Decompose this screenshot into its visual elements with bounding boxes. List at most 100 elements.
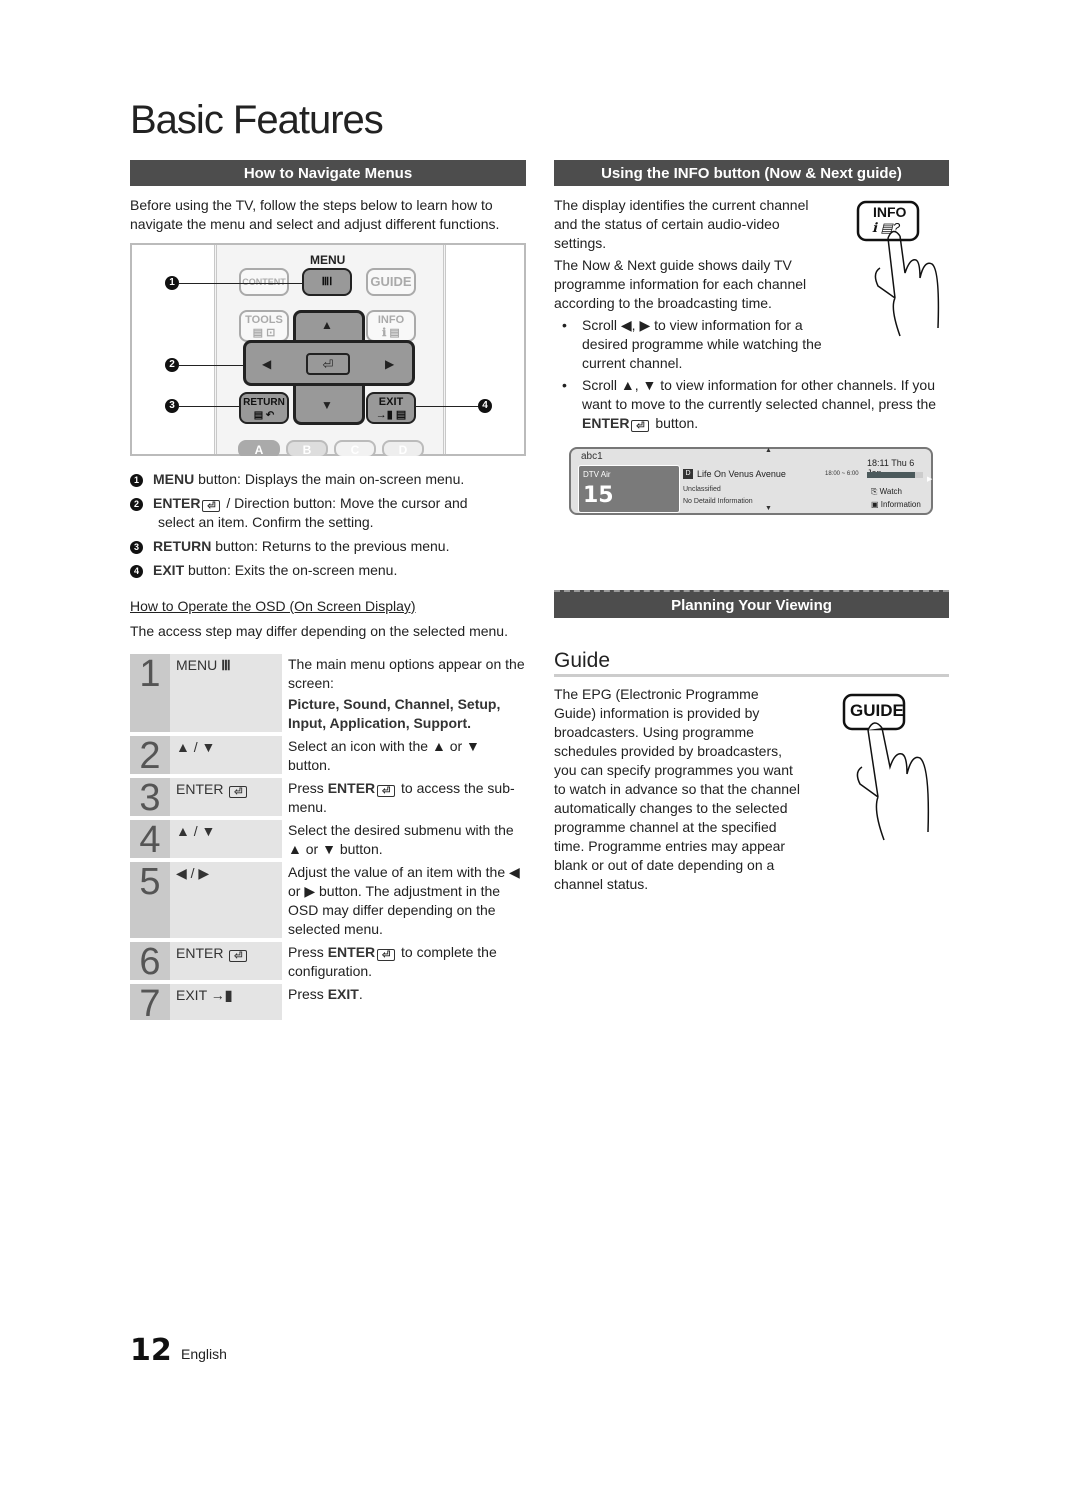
osd-time-range: 18:00 ~ 6:00 [825,471,859,477]
osd-watch-label: Watch [879,487,902,496]
osd-rating: Unclassified [683,486,721,493]
remote-guide-button[interactable]: GUIDE [366,268,416,296]
osd-detail: No Detaild Information [683,498,753,505]
info-paragraph-2: The Now & Next guide shows daily TV prog… [554,257,807,311]
page-language: English [181,1346,227,1362]
step-desc-bold: Picture, Sound, Channel, Setup, Input, A… [288,696,501,731]
callout-2: 2 [165,358,179,372]
dpad-up-button[interactable]: ▲ [321,318,333,332]
section-header-info: Using the INFO button (Now & Next guide) [554,160,949,186]
section-header-navigate: How to Navigate Menus [130,160,526,186]
return-icon: ▤ ↶ [253,410,275,421]
step-number: 1 [130,654,170,732]
osd-scroll-down-icon[interactable]: ▼ [765,505,772,512]
hand-guide-label: GUIDE [850,701,904,720]
enter-icon: ⏎ [229,786,248,798]
enter-icon: ⏎ [322,357,334,372]
dpad-left-button[interactable]: ◀ [262,357,271,371]
legend-text: / Direction button: Move the cursor and [222,495,468,511]
legend-key: ENTER [153,495,201,511]
step-desc-text: Press [288,944,328,960]
step-key: ▲ / ▼ [170,820,282,858]
step-desc-key: ENTER [327,780,376,796]
osd-scroll-up-icon[interactable]: ▲ [765,447,772,454]
enter-icon: ⏎ [202,500,221,512]
osd-channel-box: DTV Air 15 [578,465,680,513]
remote-menu-button[interactable]: ⅢⅠ [302,268,352,296]
step-row: 7 EXIT →▮ Press EXIT. [130,984,526,1024]
legend-key: RETURN [153,538,212,554]
hand-info-label: INFO [873,204,907,220]
step-row: 3 ENTER ⏎ Press ENTER ⏎ to access the sub… [130,778,526,818]
osd-programme-badge: D [683,469,693,479]
enter-icon: ⏎ [377,949,396,961]
info-paragraph-1: The display identifies the current chann… [554,197,809,251]
step-desc: Adjust the value of an item with the ◀ o… [288,864,520,937]
bullet: • [562,317,567,333]
menu-icon: Ⅲ [221,657,231,673]
remote-menu-label: MENU [310,253,346,267]
osd-channel-number: 15 [583,483,614,508]
step-desc-text: . [358,986,363,1002]
watch-icon: ⎘ [871,487,880,496]
callout-line-2 [179,365,245,366]
legend-number: 2 [130,498,143,511]
dpad-enter-button[interactable]: ⏎ [306,353,350,375]
osd-information[interactable]: ▣ Information [871,500,921,509]
guide-paragraph: The EPG (Electronic Programme Guide) inf… [554,686,800,892]
step-desc-text: The main menu options appear on the scre… [288,656,525,691]
step-key: ENTER ⏎ [170,942,282,980]
info-osd-screen: abc1 ▲ ▼ DTV Air 15 D Life On Venus Aven… [569,447,933,515]
step-desc-text: Press [288,780,328,796]
step-desc: Press EXIT. [282,984,526,1020]
legend-key: MENU [153,471,195,487]
step-key-label: ENTER [176,945,224,961]
callout-line-4 [414,406,478,407]
osd-progress-fill [867,472,915,478]
osd-scroll-right-icon[interactable]: ▶ [927,475,932,483]
enter-icon: ⏎ [631,420,650,432]
tools-icon: ▤ ⊡ [252,327,276,339]
step-key: EXIT →▮ [170,984,282,1020]
callout-4: 4 [478,399,492,413]
legend-item: 2 ENTER ⏎ / Direction button: Move the cur… [130,494,530,513]
step-row: 6 ENTER ⏎ Press ENTER ⏎ to complete the c… [130,942,526,982]
legend-text: button: Displays the main on-screen menu… [194,471,465,487]
osd-watch[interactable]: ⎘ Watch [871,487,902,497]
legend-key: EXIT [153,562,185,578]
step-key: ◀ / ▶ [170,862,282,938]
step-row: 5 ◀ / ▶ Adjust the value of an item with… [130,862,526,938]
legend-number: 1 [130,474,143,487]
step-row: 4 ▲ / ▼ Select the desired submenu with … [130,820,526,860]
bullet-key: ENTER [582,415,630,431]
callout-3: 3 [165,399,179,413]
legend-number: 4 [130,565,143,578]
exit-label: EXIT [378,396,404,408]
tools-label: TOOLS [245,314,283,326]
osd-progress-track [867,472,923,478]
remote-content-button[interactable]: CONTENT [239,268,289,296]
step-number: 3 [130,778,170,818]
guide-title-underline [554,674,949,677]
enter-icon: ⏎ [229,950,248,962]
remote-info-button[interactable]: INFO ℹ ▤ [366,310,416,342]
enter-icon: ⏎ [377,785,396,797]
menu-icon: ⅢⅠ [321,276,333,288]
step-row: 1 MENU Ⅲ The main menu options appear on… [130,654,526,732]
legend-item: 4 EXIT button: Exits the on-screen menu. [130,561,530,580]
step-key-label: ENTER [176,781,224,797]
section-header-planning: Planning Your Viewing [554,590,949,618]
remote-crop-edge [130,456,526,459]
step-number: 5 [130,862,170,938]
dpad-right-button[interactable]: ▶ [385,357,394,371]
remote-tools-button[interactable]: TOOLS ▤ ⊡ [239,310,289,342]
remote-return-button[interactable]: RETURN ▤ ↶ [239,392,289,424]
legend-text: button: Returns to the previous menu. [211,538,450,554]
dpad-down-button[interactable]: ▼ [321,398,333,412]
step-key: MENU Ⅲ [170,654,282,732]
remote-exit-button[interactable]: EXIT →▮ ▤ [366,392,416,424]
osd-information-label: Information [880,500,921,509]
step-key: ENTER ⏎ [170,778,282,816]
information-icon: ▣ [871,500,881,509]
step-number: 4 [130,820,170,860]
